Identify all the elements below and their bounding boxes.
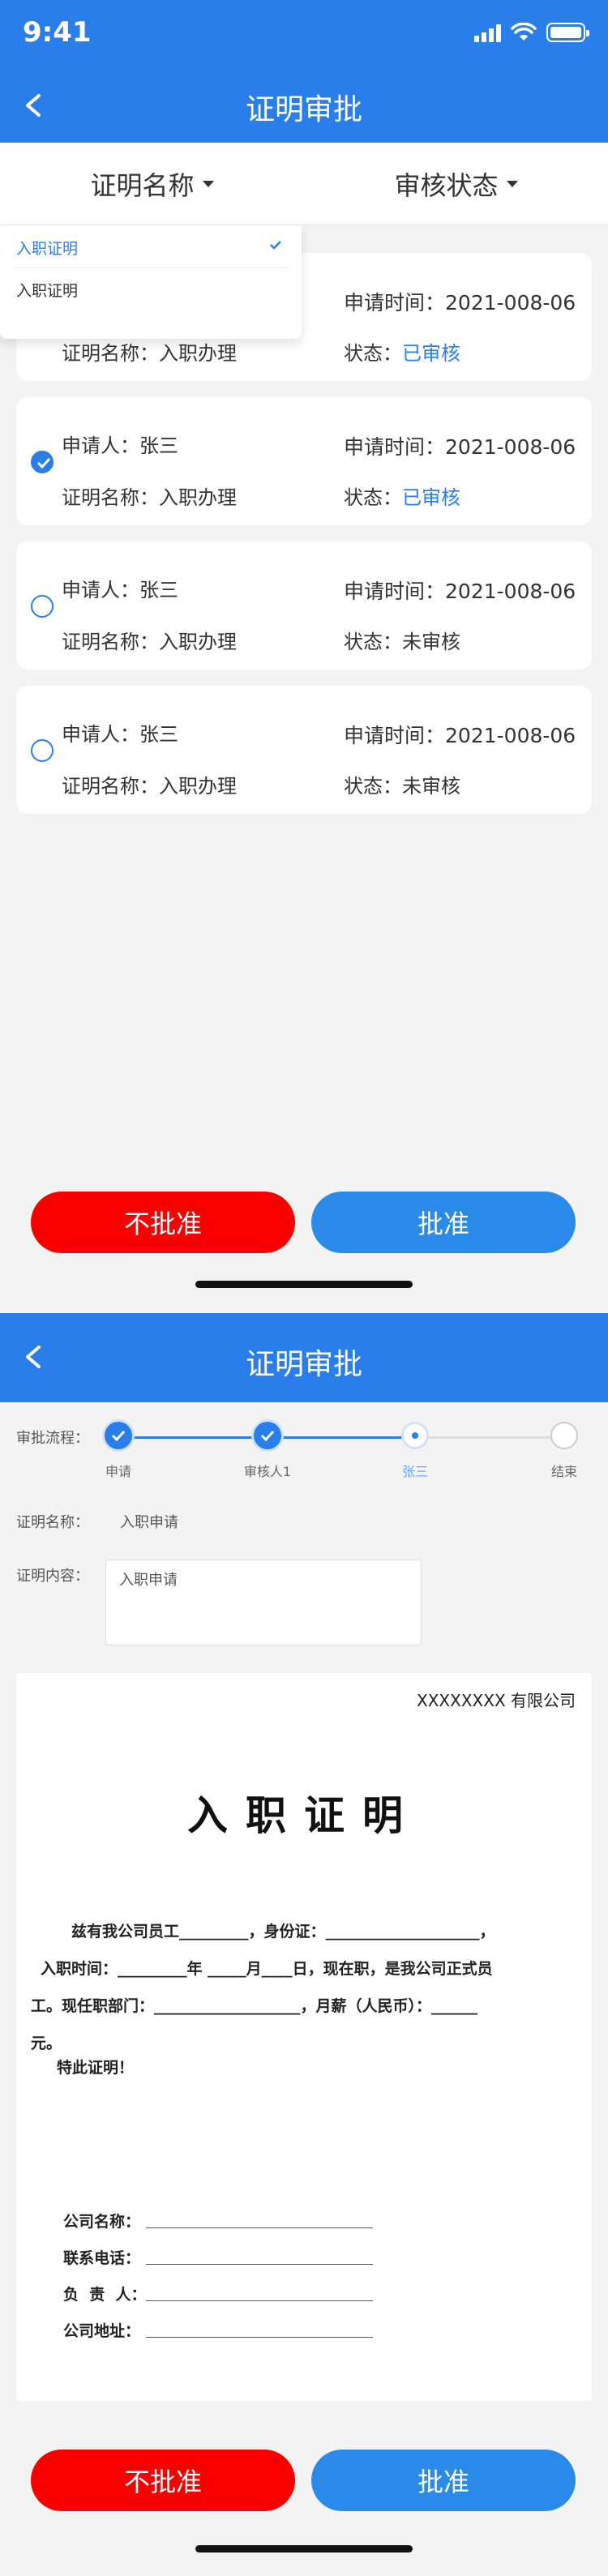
apply-time-text: 申请时间：2021-008-06 (344, 291, 576, 315)
document-title: 入职证明 (187, 1792, 421, 1839)
sign-field-label: 公司地址： (63, 2322, 141, 2340)
body-line: 工。现任职部门：___________________，月薪（人民币）：____… (31, 1997, 478, 2015)
wifi-icon (511, 23, 537, 41)
cert-name-dropdown: 入职证明 入职证明 (0, 225, 302, 339)
select-radio[interactable] (31, 739, 54, 762)
approve-button[interactable]: 批准 (311, 1192, 576, 1253)
cert-content-value: 入职申请 (119, 1572, 178, 1589)
cert-name-text: 证明名称：入职办理 (62, 486, 237, 509)
caret-down-icon (202, 181, 214, 187)
flow-step-todo (550, 1422, 578, 1449)
flow-step-current (401, 1422, 429, 1449)
dropdown-option-selected[interactable]: 入职证明 (16, 237, 78, 259)
applicant-text: 申请人：张三 (62, 434, 178, 457)
filter-bar: 证明名称 审核状态 (0, 143, 608, 225)
approve-button[interactable]: 批准 (311, 2450, 576, 2511)
cert-content-label: 证明内容： (16, 1568, 89, 1585)
status-text: 状态：未审核 (344, 775, 460, 798)
check-icon (260, 1430, 275, 1442)
apply-time-text: 申请时间：2021-008-06 (344, 724, 576, 747)
battery-icon (546, 23, 589, 42)
document-body: 兹有我公司员工_________，身份证：___________________… (31, 1913, 569, 2062)
page-title: 证明审批 (245, 93, 362, 126)
flow-step-label: 结束 (550, 1464, 577, 1479)
check-icon (36, 457, 51, 469)
sign-field-line (146, 2300, 373, 2301)
cert-name-filter-label: 证明名称 (90, 170, 195, 201)
flow-step-label: 申请 (105, 1464, 131, 1479)
home-indicator (195, 2545, 413, 2552)
cert-name-text: 证明名称：入职办理 (62, 775, 237, 798)
status-value: 未审核 (402, 775, 460, 798)
cert-name-value: 入职申请 (120, 1514, 178, 1531)
check-icon (270, 241, 281, 250)
flow-step-done (254, 1422, 281, 1449)
status-value: 已审核 (402, 342, 460, 365)
status-value: 已审核 (402, 486, 460, 509)
apply-time-text: 申请时间：2021-008-06 (344, 580, 576, 603)
approval-list-screen: 9:41 证明审批 证明名称 审核状态 入职证明 入职证明 申请时间：2021-… (0, 0, 608, 1313)
page-title: 证明审批 (245, 1348, 362, 1381)
sign-field-label: 联系电话： (63, 2249, 141, 2267)
company-name: XXXXXXXX 有限公司 (417, 1691, 576, 1710)
cert-name-filter[interactable]: 证明名称 (0, 143, 304, 225)
sign-field-line (146, 2337, 373, 2338)
progress-line-todo (428, 1436, 558, 1439)
document-closing: 特此证明！ (57, 2059, 135, 2077)
flow-step-label: 审核人1 (243, 1464, 292, 1479)
nav-bar: 证明审批 (0, 1313, 608, 1402)
sign-field-label: 负 责 人： (63, 2286, 147, 2304)
reject-button[interactable]: 不批准 (31, 1192, 295, 1253)
signal-icon (474, 23, 501, 42)
select-radio[interactable] (31, 451, 54, 473)
status-text: 状态：未审核 (344, 631, 460, 653)
review-status-filter-label: 审核状态 (394, 170, 499, 201)
certificate-document: XXXXXXXX 有限公司 入职证明 兹有我公司员工_________，身份证：… (16, 1673, 592, 2401)
status-bar: 9:41 (0, 0, 608, 68)
record-card[interactable]: 申请人：张三 申请时间：2021-008-06 证明名称：入职办理 状态：未审核 (16, 686, 592, 814)
reject-button[interactable]: 不批准 (31, 2450, 295, 2511)
apply-time-text: 申请时间：2021-008-06 (344, 435, 576, 459)
caret-down-icon (506, 181, 518, 187)
home-indicator (195, 1281, 413, 1288)
status-value: 未审核 (402, 631, 460, 653)
dropdown-option[interactable]: 入职证明 (16, 279, 78, 301)
applicant-text: 申请人：张三 (62, 579, 178, 601)
body-line: 兹有我公司员工_________，身份证：___________________… (71, 1923, 495, 1941)
cert-content-field[interactable]: 入职申请 (105, 1560, 422, 1645)
sign-field-line (146, 2264, 373, 2265)
cert-name-text: 证明名称：入职办理 (62, 342, 237, 365)
review-status-filter[interactable]: 审核状态 (304, 143, 608, 225)
cert-name-text: 证明名称：入职办理 (62, 631, 237, 653)
flow-step-label: 张三 (401, 1464, 428, 1479)
body-line: 入职时间：_________年 _____月____日，现在职，是我公司正式员 (41, 1960, 493, 1978)
status-text: 状态：已审核 (344, 342, 460, 365)
status-time: 9:41 (23, 16, 92, 49)
status-text: 状态：已审核 (344, 486, 460, 509)
check-icon (111, 1430, 126, 1442)
cert-name-label: 证明名称： (16, 1514, 89, 1531)
record-card[interactable]: 申请人：张三 申请时间：2021-008-06 证明名称：入职办理 状态：已审核 (16, 397, 592, 525)
sign-field-line (146, 2227, 373, 2228)
select-radio[interactable] (31, 595, 54, 618)
flow-step-done (105, 1422, 132, 1449)
record-card[interactable]: 申请人：张三 申请时间：2021-008-06 证明名称：入职办理 状态：未审核 (16, 541, 592, 670)
flow-label: 审批流程： (16, 1430, 89, 1447)
sign-field-label: 公司名称： (63, 2213, 141, 2231)
applicant-text: 申请人：张三 (62, 723, 178, 746)
nav-bar: 证明审批 (0, 68, 608, 143)
dropdown-divider (13, 267, 289, 268)
approval-detail-screen: 证明审批 审批流程： 申请 审核人1 张三 结束 证明名称： 入职申请 证明内容： 入… (0, 1313, 608, 2576)
